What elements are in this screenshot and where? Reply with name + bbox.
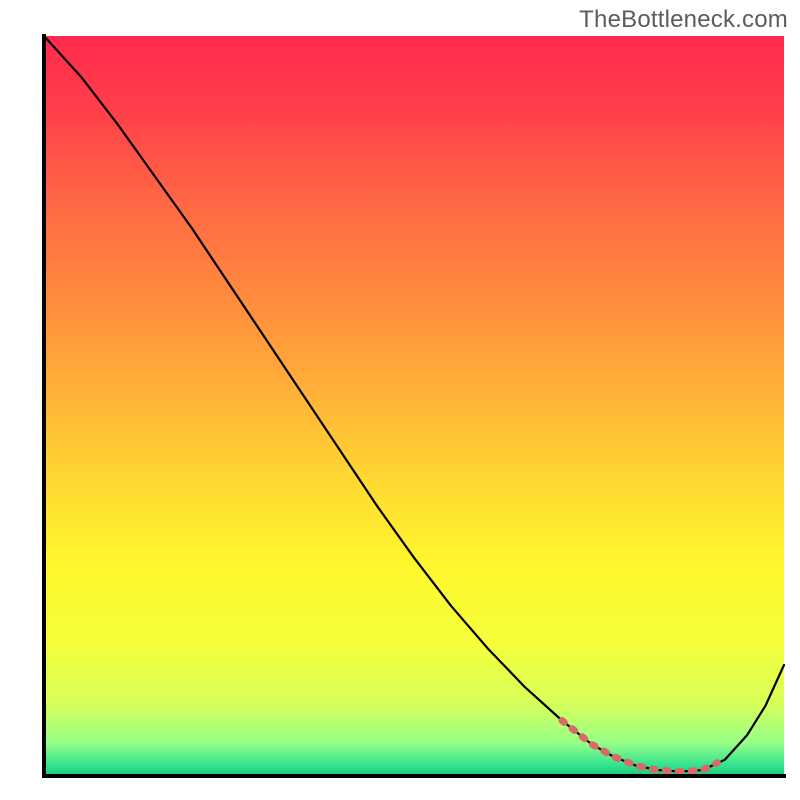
chart-container: { "watermark": "TheBottleneck.com", "svg… [0,0,800,800]
bottleneck-chart [0,0,800,800]
watermark-text: TheBottleneck.com [579,6,788,34]
gradient-plot-area [44,36,784,776]
